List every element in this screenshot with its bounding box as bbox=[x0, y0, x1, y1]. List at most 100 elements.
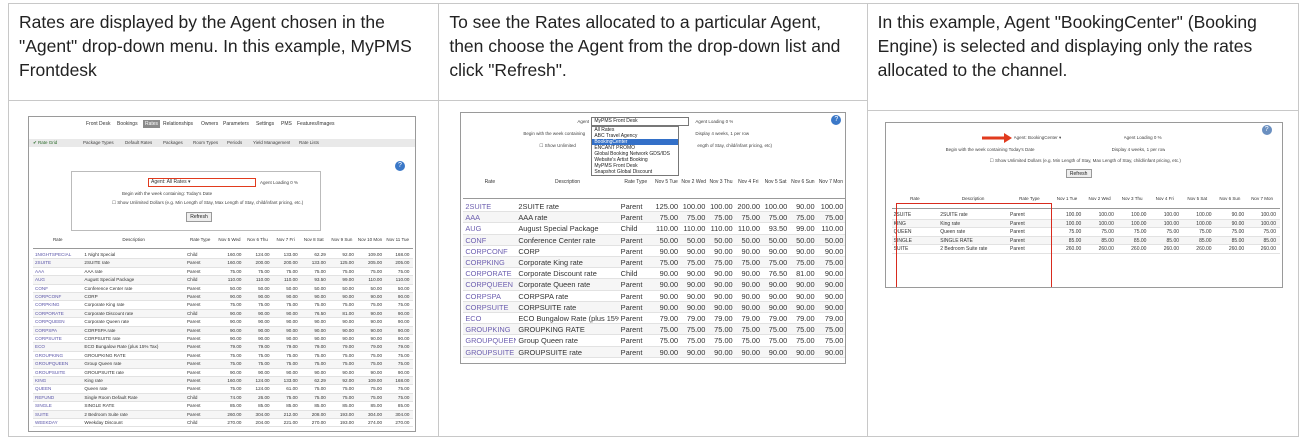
rate-code-link[interactable]: CORPSPA bbox=[463, 291, 516, 301]
table-row[interactable]: CORPORATE Corporate Discount rate Child 90.… bbox=[463, 268, 846, 280]
rate-code-link[interactable]: CONF bbox=[33, 285, 82, 292]
agent-select[interactable]: MyPMS Front Desk bbox=[591, 117, 690, 126]
agent-select[interactable]: Agent: All Rates ▾ bbox=[148, 178, 256, 187]
rate-code-link[interactable]: CORPSPA bbox=[33, 327, 82, 334]
table-row[interactable]: SUITE 2 Bedroom Suite rate Parent 260.00 304… bbox=[33, 410, 413, 419]
rate-code-link[interactable]: CORPKING bbox=[33, 301, 82, 308]
rate-code-link[interactable]: CONF bbox=[463, 235, 516, 245]
table-row[interactable]: GROUPQUEEN Group Queen rate Parent 75.00 75.… bbox=[463, 335, 846, 347]
rate-code-link[interactable]: QUEEN bbox=[33, 385, 82, 392]
subtab-room-types[interactable]: Room Types bbox=[193, 140, 218, 146]
rate-code-link[interactable]: CORPKING bbox=[463, 257, 516, 267]
table-row[interactable]: GROUPKING GROUPKING RATE Parent 75.00 75.00 7… bbox=[33, 352, 413, 361]
subtab-rate-lists[interactable]: Rate Lists bbox=[299, 140, 319, 146]
rate-code-link[interactable]: CORPSUITE bbox=[463, 302, 516, 312]
rate-code-link[interactable]: CORPCONF bbox=[463, 246, 516, 256]
rate-code-link[interactable]: CORPSUITE bbox=[33, 335, 82, 342]
table-row[interactable]: CORPORATE Corporate Discount rate Child 90.… bbox=[33, 309, 413, 319]
rate-code-link[interactable]: ECO bbox=[33, 343, 82, 350]
table-row[interactable]: ECOECO Bungalow Rate (plus 15% Tax)Paren… bbox=[463, 313, 846, 325]
refresh-button[interactable]: Refresh bbox=[186, 212, 212, 222]
rate-code-link[interactable]: CORPCONF bbox=[33, 293, 82, 300]
help-icon[interactable]: ? bbox=[395, 161, 405, 171]
table-row[interactable]: CORPQUEEN Corporate Queen rate Parent 90.00… bbox=[463, 279, 846, 291]
nav-tab-settings[interactable]: Settings bbox=[254, 120, 276, 128]
show-unlimited-checkbox[interactable]: ☐ Show Unlimited Dollars (e.g. Min Lengt… bbox=[990, 158, 1220, 164]
subtab-package-types[interactable]: Package Types bbox=[83, 140, 114, 146]
rate-code-link[interactable]: 2SUITE bbox=[33, 259, 82, 266]
table-row[interactable]: ECOECO Bungalow Rate (plus 15% Tax)Paren… bbox=[33, 343, 413, 352]
agent-dropdown-list[interactable]: All Rates ABC Travel Agency BookingCenter E… bbox=[591, 126, 680, 176]
nav-tab-relationships[interactable]: Relationships bbox=[161, 120, 195, 128]
table-row[interactable]: CORPCONF CORP Parent 90.00 90.00 90.00 90.00 90… bbox=[463, 246, 846, 257]
refresh-button[interactable]: Refresh bbox=[1065, 169, 1092, 178]
table-row[interactable]: SINGLE SINGLE RATE Parent 85.00 85.00 85.00 85… bbox=[33, 402, 413, 411]
rate-code-link[interactable]: GROUPQUEEN bbox=[463, 335, 516, 345]
rate-code-link[interactable]: GROUPKING bbox=[33, 352, 82, 359]
table-row[interactable]: AUG August Special Package Child 110.00 110.… bbox=[33, 276, 413, 285]
table-row[interactable]: AUG August Special Package Child 110.00 110.… bbox=[463, 223, 846, 235]
nav-tab-features[interactable]: Features/Images bbox=[295, 120, 337, 128]
table-row[interactable]: CORPSUITE CORPSUITE rate Parent 90.00 90.00 9… bbox=[33, 335, 413, 344]
subtab-default-rates[interactable]: Default Rates bbox=[125, 140, 152, 146]
show-unlimited-checkbox[interactable]: ☐ Show Unlimited Dollars (e.g. Min Lengt… bbox=[112, 200, 317, 206]
table-row[interactable]: WEEKDAY Weekday Discount Child 270.00 204.00… bbox=[33, 419, 413, 428]
table-row[interactable]: QUEEN Queen rate Parent 75.00 124.00 61.00 75.… bbox=[33, 385, 413, 394]
rate-code-link[interactable]: KING bbox=[33, 377, 82, 384]
rate-code-link[interactable]: SINGLE bbox=[33, 402, 82, 409]
rate-code-link[interactable]: AAA bbox=[463, 212, 516, 222]
rate-code-link[interactable]: 2SUITE bbox=[463, 201, 516, 211]
nav-tab-bookings[interactable]: Bookings bbox=[115, 120, 140, 128]
subtab-periods[interactable]: Periods bbox=[227, 140, 242, 146]
table-row[interactable]: CORPSPA CORPSPA rate Parent 90.00 90.00 90.00… bbox=[463, 291, 846, 302]
rate-code-link[interactable]: AUG bbox=[463, 223, 516, 233]
table-row[interactable]: AAA AAA rate Parent 75.00 75.00 75.00 75.00 75.… bbox=[33, 268, 413, 277]
rate-code-link[interactable]: GROUPSUITE bbox=[463, 347, 516, 357]
subtab-rate-grid[interactable]: ✔ Rate Grid bbox=[33, 140, 57, 146]
table-row[interactable]: CONF Conference Center rate Parent 50.00 50.… bbox=[463, 234, 846, 246]
table-row[interactable]: 1NIGHTSPECIAL 1 Night Special Child 160.00 1… bbox=[33, 251, 413, 260]
table-row[interactable]: CORPCONF CORP Parent 90.00 90.00 90.00 90.00 90… bbox=[33, 293, 413, 302]
nav-tab-frontdesk[interactable]: Front Desk bbox=[84, 120, 112, 128]
rate-code-link[interactable]: CORPORATE bbox=[33, 310, 82, 317]
table-row[interactable]: CORPSPA CORPSPA rate Parent 90.00 90.00 90.00… bbox=[33, 326, 413, 335]
table-row[interactable]: GROUPSUITE GROUPSUITE rate Parent 90.00 90.0… bbox=[33, 369, 413, 377]
rate-code-link[interactable]: REFUND bbox=[33, 394, 82, 401]
show-unlimited-checkbox[interactable]: ☐ Show Unlimited bbox=[539, 143, 576, 149]
rate-code-link[interactable]: GROUPKING bbox=[463, 324, 516, 334]
table-row[interactable]: CORPQUEEN Corporate Queen rate Parent 90.00… bbox=[33, 318, 413, 327]
rate-code-link[interactable]: WEEKDAY bbox=[33, 419, 82, 426]
agent-select[interactable]: Agent: BookingCenter ▾ bbox=[1014, 135, 1062, 141]
help-icon[interactable]: ? bbox=[831, 115, 842, 125]
rate-code-link[interactable]: AUG bbox=[33, 276, 82, 283]
help-icon[interactable]: ? bbox=[1261, 125, 1272, 135]
subtab-packages[interactable]: Packages bbox=[163, 140, 183, 146]
nav-tab-pms[interactable]: PMS bbox=[279, 120, 294, 128]
nav-tab-owners[interactable]: Owners bbox=[199, 120, 220, 128]
subtab-yield[interactable]: Yield Management bbox=[253, 140, 290, 146]
rate-code-link[interactable]: CORPORATE bbox=[463, 268, 516, 278]
rate-code-link[interactable]: AAA bbox=[33, 268, 82, 275]
table-row[interactable]: CORPKING Corporate King rate Parent 75.00 75… bbox=[463, 257, 846, 269]
rate-code-link[interactable]: GROUPSUITE bbox=[33, 369, 82, 376]
nav-tab-rates[interactable]: Rates bbox=[143, 120, 161, 128]
rate-code-link[interactable]: CORPQUEEN bbox=[33, 318, 82, 325]
dropdown-option[interactable]: Snapshot Global Discount bbox=[592, 169, 678, 175]
table-row[interactable]: KING King rate Parent 160.00 124.00 133.00 62.… bbox=[33, 377, 413, 386]
table-row[interactable]: REFUND Single Room Default Rate Child 74.00… bbox=[33, 393, 413, 403]
table-row[interactable]: GROUPQUEEN Group Queen rate Parent 75.00 75.… bbox=[33, 360, 413, 369]
rate-code-link[interactable]: ECO bbox=[463, 313, 516, 323]
table-row[interactable]: 2SUITE 2SUITE rate Parent 125.00 100.00 100.0… bbox=[463, 201, 846, 213]
table-row[interactable]: GROUPSUITE GROUPSUITE rate Parent 90.00 90.0… bbox=[463, 346, 846, 358]
table-row[interactable]: CONF Conference Center rate Parent 50.00 50.… bbox=[33, 285, 413, 293]
nav-tab-parameters[interactable]: Parameters bbox=[221, 120, 251, 128]
table-row[interactable]: GROUPKING GROUPKING RATE Parent 75.00 75.00 7… bbox=[463, 324, 846, 336]
table-row[interactable]: 2SUITE 2SUITE rate Parent 160.00 200.00 200.0… bbox=[33, 259, 413, 268]
table-row[interactable]: CORPSUITE CORPSUITE rate Parent 90.00 90.00 9… bbox=[463, 301, 846, 313]
rate-code-link[interactable]: CORPQUEEN bbox=[463, 279, 516, 289]
rate-code-link[interactable]: SUITE bbox=[33, 411, 82, 418]
table-row[interactable]: CORPKING Corporate King rate Parent 75.00 75… bbox=[33, 301, 413, 310]
rate-code-link[interactable]: 1NIGHTSPECIAL bbox=[33, 251, 82, 258]
rate-code-link[interactable]: GROUPQUEEN bbox=[33, 360, 82, 367]
table-row[interactable]: AAA AAA rate Parent 75.00 75.00 75.00 75.00 75.… bbox=[463, 212, 846, 224]
